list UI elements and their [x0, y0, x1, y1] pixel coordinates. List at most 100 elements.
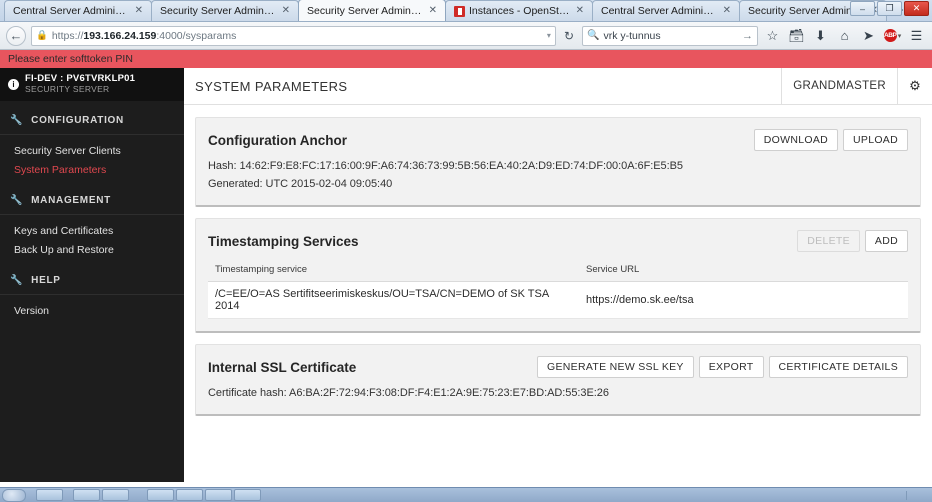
taskbar-item[interactable]: [205, 489, 232, 501]
browser-tab-label: Instances - OpenStack D...: [469, 5, 570, 17]
timestamping-services-card: Timestamping Services DELETE ADD Timesta…: [195, 218, 921, 333]
notification-bar: Please enter softtoken PIN: [0, 50, 932, 68]
taskbar-item[interactable]: [234, 489, 261, 501]
page-title: SYSTEM PARAMETERS: [195, 78, 348, 94]
sidebar-item-label: Version: [14, 304, 50, 317]
export-button[interactable]: EXPORT: [698, 356, 764, 378]
upload-button[interactable]: UPLOAD: [843, 129, 908, 151]
card-actions: DELETE ADD: [797, 230, 908, 252]
reading-list-icon[interactable]: 🗃: [787, 26, 806, 46]
sidebar-items-management: Keys and Certificates Back Up and Restor…: [0, 215, 184, 261]
menu-hamburger-icon[interactable]: ☰: [907, 26, 926, 46]
system-tray[interactable]: [906, 490, 928, 500]
wrench-icon: 🔧: [10, 115, 24, 126]
minimize-button[interactable]: –: [850, 1, 875, 16]
wrench-icon: 🔧: [10, 275, 24, 286]
cell-timestamping-service: /C=EE/O=AS Sertifitseerimiskeskus/OU=TSA…: [208, 281, 579, 319]
openstack-icon: [454, 5, 465, 17]
sidebar: i FI-DEV : PV6TVRKLP01 SECURITY SERVER 🔧…: [0, 68, 184, 482]
navigation-toolbar: ← 🔒 https://193.166.24.159:4000/sysparam…: [0, 22, 932, 50]
browser-tab[interactable]: Central Server Administration ✕: [4, 0, 152, 21]
home-icon[interactable]: ⌂: [835, 26, 854, 46]
taskbar-item[interactable]: [36, 489, 63, 501]
cell-service-url: https://demo.sk.ee/tsa: [579, 281, 908, 319]
card-actions: GENERATE NEW SSL KEY EXPORT CERTIFICATE …: [537, 356, 908, 378]
taskbar-item[interactable]: [176, 489, 203, 501]
os-taskbar: [0, 487, 932, 502]
browser-tab-label: Security Server Administration: [160, 5, 276, 17]
adblock-icon[interactable]: ABP ▾: [883, 26, 902, 46]
card-header: Timestamping Services DELETE ADD: [208, 229, 908, 253]
browser-tab[interactable]: Security Server Administration ✕: [151, 0, 299, 21]
sidebar-item-security-server-clients[interactable]: Security Server Clients: [0, 141, 184, 160]
search-input[interactable]: 🔍 vrk y-tunnus →: [582, 25, 758, 46]
tab-close-icon[interactable]: ✕: [133, 6, 145, 16]
restore-button[interactable]: ❐: [877, 1, 902, 16]
anchor-hash: Hash: 14:62:F9:E8:FC:17:16:00:9F:A6:74:3…: [208, 160, 683, 172]
bookmark-star-icon[interactable]: ☆: [763, 26, 782, 46]
tab-close-icon[interactable]: ✕: [721, 6, 733, 16]
download-button[interactable]: DOWNLOAD: [753, 129, 839, 151]
certificate-details-button[interactable]: CERTIFICATE DETAILS: [768, 356, 908, 378]
card-title: Configuration Anchor: [208, 132, 347, 148]
card-title: Timestamping Services: [208, 233, 359, 249]
adblock-badge: ABP: [883, 29, 897, 42]
add-button[interactable]: ADD: [864, 230, 908, 252]
sidebar-items-configuration: Security Server Clients System Parameter…: [0, 135, 184, 181]
wrench-icon: 🔧: [10, 195, 24, 206]
card-title: Internal SSL Certificate: [208, 359, 357, 375]
column-header-service-url[interactable]: Service URL: [579, 258, 908, 282]
search-go-icon[interactable]: →: [742, 30, 753, 42]
sidebar-item-label: System Parameters: [14, 163, 107, 176]
user-name: GRANDMASTER: [793, 80, 886, 92]
sidebar-item-label: Keys and Certificates: [14, 224, 114, 237]
search-value: vrk y-tunnus: [603, 29, 661, 42]
sidebar-item-system-parameters[interactable]: System Parameters: [0, 160, 184, 179]
browser-tab-label: Security Server Administration: [307, 4, 423, 17]
delete-button[interactable]: DELETE: [797, 230, 860, 252]
table-row[interactable]: /C=EE/O=AS Sertifitseerimiskeskus/OU=TSA…: [208, 281, 908, 319]
send-tab-icon[interactable]: ➤: [859, 26, 878, 46]
browser-tab-active[interactable]: Security Server Administration ✕: [298, 0, 446, 21]
taskbar-item[interactable]: [73, 489, 100, 501]
browser-tab[interactable]: Instances - OpenStack D... ✕: [445, 0, 593, 21]
sidebar-section-label: HELP: [31, 275, 61, 286]
sidebar-section-configuration: 🔧 CONFIGURATION: [0, 107, 184, 135]
taskbar-separator: [65, 489, 71, 501]
gear-icon[interactable]: ⚙: [897, 67, 932, 105]
page-header: SYSTEM PARAMETERS GRANDMASTER ⚙: [184, 67, 932, 105]
chevron-down-icon: ▾: [897, 32, 902, 40]
user-menu[interactable]: GRANDMASTER: [781, 67, 897, 105]
sidebar-items-help: Version: [0, 295, 184, 322]
certificate-hash: Certificate hash: A6:BA:2F:72:94:F3:08:D…: [208, 387, 609, 399]
lock-icon: 🔒: [36, 30, 48, 41]
card-header: Configuration Anchor DOWNLOAD UPLOAD: [208, 128, 908, 152]
browser-window: Central Server Administration ✕ Security…: [0, 0, 932, 502]
chevron-down-icon[interactable]: ▾: [547, 31, 551, 40]
sidebar-section-management: 🔧 MANAGEMENT: [0, 187, 184, 215]
column-header-timestamping-service[interactable]: Timestamping service: [208, 258, 579, 282]
anchor-generated: Generated: UTC 2015-02-04 09:05:40: [208, 178, 393, 190]
close-window-button[interactable]: ✕: [904, 1, 929, 16]
downloads-icon[interactable]: ⬇: [811, 26, 830, 46]
reload-icon[interactable]: ↻: [561, 29, 577, 43]
generate-new-ssl-key-button[interactable]: GENERATE NEW SSL KEY: [537, 356, 694, 378]
browser-tab-label: Central Server Administration: [13, 5, 129, 17]
taskbar-item[interactable]: [102, 489, 129, 501]
address-bar[interactable]: 🔒 https://193.166.24.159:4000/sysparams …: [31, 25, 556, 46]
taskbar-item[interactable]: [147, 489, 174, 501]
sidebar-item-version[interactable]: Version: [0, 301, 184, 320]
sidebar-item-keys-and-certificates[interactable]: Keys and Certificates: [0, 221, 184, 240]
search-icon: 🔍: [587, 30, 600, 41]
browser-tab[interactable]: Central Server Administration ✕: [592, 0, 740, 21]
tab-close-icon[interactable]: ✕: [427, 5, 439, 16]
server-role: SECURITY SERVER: [25, 84, 110, 95]
sidebar-item-back-up-and-restore[interactable]: Back Up and Restore: [0, 240, 184, 259]
taskbar-separator: [139, 489, 145, 501]
tab-close-icon[interactable]: ✕: [574, 6, 586, 16]
sidebar-section-label: CONFIGURATION: [31, 115, 124, 126]
tab-close-icon[interactable]: ✕: [280, 6, 292, 16]
application-shell: i FI-DEV : PV6TVRKLP01 SECURITY SERVER 🔧…: [0, 67, 932, 482]
start-button[interactable]: [2, 488, 26, 502]
back-arrow-icon[interactable]: ←: [6, 25, 26, 46]
